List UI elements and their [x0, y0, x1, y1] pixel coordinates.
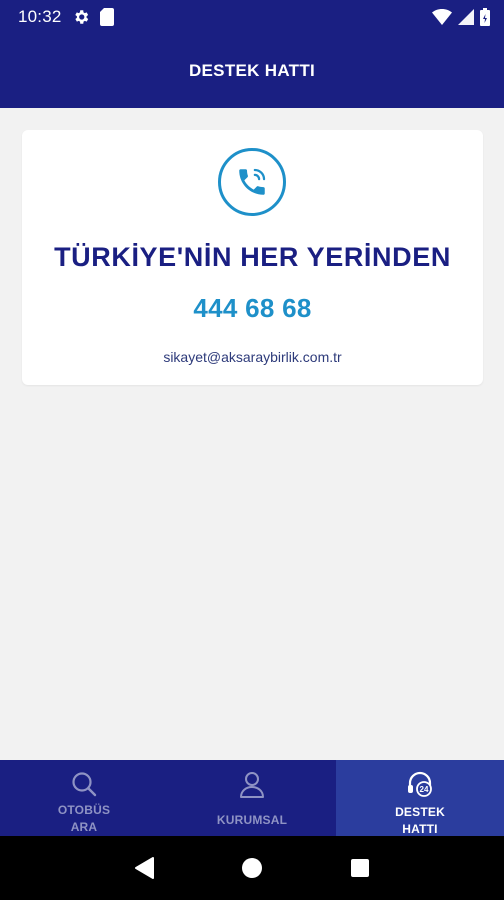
status-time: 10:32 — [18, 7, 62, 26]
battery-icon — [480, 8, 490, 26]
back-icon[interactable] — [129, 853, 159, 883]
sd-card-icon — [99, 8, 114, 26]
phone-ringing-icon[interactable] — [218, 148, 286, 216]
home-icon[interactable] — [237, 853, 267, 883]
page-title: DESTEK HATTI — [188, 61, 316, 80]
support-headline: TÜRKİYE'NİN HER YERİNDEN — [54, 242, 451, 272]
search-icon — [70, 770, 98, 798]
system-nav-bar — [0, 836, 504, 900]
wifi-icon — [432, 9, 452, 25]
tab-kurumsal[interactable]: KURUMSAL — [168, 760, 336, 836]
tab-destek-hatti[interactable]: 24 DESTEK HATTI — [336, 760, 504, 836]
content-area: TÜRKİYE'NİN HER YERİNDEN 444 68 68 sikay… — [0, 108, 504, 760]
recents-icon[interactable] — [345, 853, 375, 883]
tab-label: KURUMSAL — [216, 813, 288, 827]
tab-label: OTOBÜS ARA — [57, 803, 111, 834]
svg-text:24: 24 — [420, 785, 429, 794]
user-icon — [239, 770, 265, 800]
status-bar: 10:32 — [0, 0, 504, 34]
tab-label: DESTEK HATTI — [395, 805, 445, 836]
email-link[interactable]: sikayet@aksaraybirlik.com.tr — [22, 349, 483, 365]
bottom-nav: OTOBÜS ARA KURUMSAL 24 DESTEK HATTI — [0, 760, 504, 836]
app-bar: DESTEK HATTI — [0, 34, 504, 108]
gear-icon — [72, 8, 90, 26]
tab-otobus-ara[interactable]: OTOBÜS ARA — [0, 760, 168, 836]
support-card: TÜRKİYE'NİN HER YERİNDEN 444 68 68 sikay… — [22, 130, 483, 385]
phone-number-link[interactable]: 444 68 68 — [22, 293, 483, 324]
signal-icon — [458, 9, 474, 25]
support-24-icon: 24 — [405, 770, 435, 800]
